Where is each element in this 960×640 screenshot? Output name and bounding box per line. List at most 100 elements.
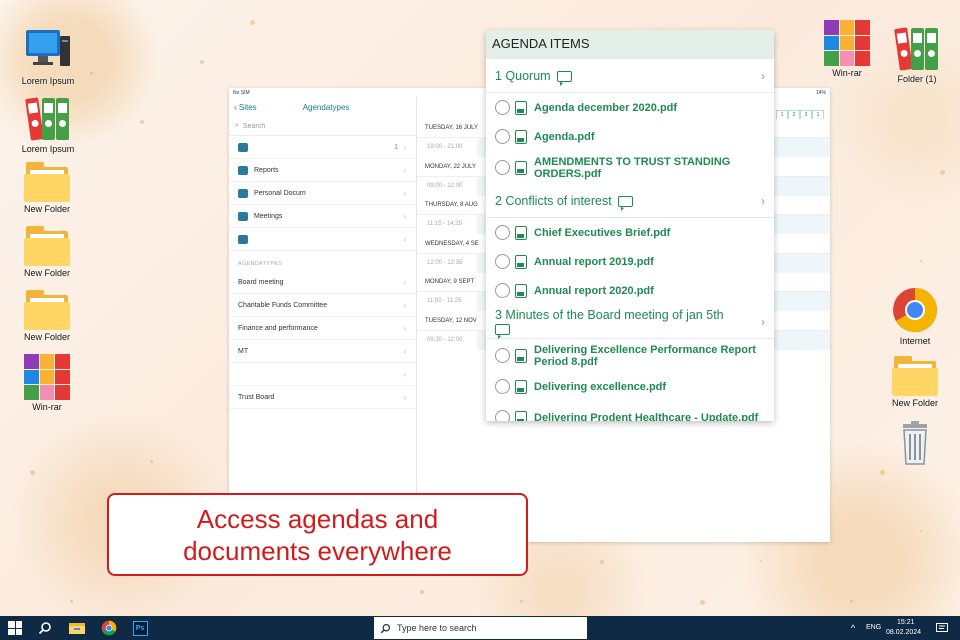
select-radio-button[interactable] bbox=[495, 410, 510, 421]
site-list-item[interactable]: Meetings › bbox=[229, 205, 416, 228]
desktop-icon-internet[interactable]: Internet bbox=[879, 286, 951, 346]
document-name: Annual report 2019.pdf bbox=[534, 255, 654, 268]
start-button[interactable] bbox=[0, 616, 30, 640]
agenda-document-row[interactable]: Annual report 2020.pdf bbox=[486, 276, 774, 305]
select-radio-button[interactable] bbox=[495, 225, 510, 240]
taskbar-chrome[interactable] bbox=[96, 616, 122, 640]
select-radio-button[interactable] bbox=[495, 129, 510, 144]
chevron-right-icon: › bbox=[403, 392, 406, 402]
agendatype-item[interactable]: Finance and performance › bbox=[229, 317, 416, 340]
tray-time[interactable]: 15:21 bbox=[897, 619, 915, 626]
chevron-right-icon: › bbox=[403, 211, 406, 221]
wallpaper-speck bbox=[70, 600, 73, 603]
desktop-icon-folder-right[interactable]: New Folder bbox=[879, 352, 951, 408]
document-name: Delivering Excellence Performance Report… bbox=[534, 343, 756, 368]
site-list-item[interactable]: › bbox=[229, 228, 416, 251]
select-radio-button[interactable] bbox=[495, 348, 510, 363]
wallpaper-speck bbox=[30, 470, 35, 475]
desktop-icon-label: New Folder bbox=[23, 268, 70, 278]
comment-bubble-icon[interactable] bbox=[495, 323, 510, 339]
wallpaper-speck bbox=[250, 20, 255, 25]
document-name: Delivering excellence.pdf bbox=[534, 380, 667, 393]
agenda-document-row[interactable]: AMENDMENTS TO TRUST STANDING ORDERS.pdf bbox=[486, 151, 774, 184]
tray-date[interactable]: 08.02.2024 bbox=[886, 629, 921, 636]
comment-bubble-icon[interactable] bbox=[556, 70, 572, 86]
desktop-icon-label: New Folder bbox=[891, 398, 938, 408]
agendatype-item[interactable]: Trust Board › bbox=[229, 386, 416, 409]
select-radio-button[interactable] bbox=[495, 100, 510, 115]
wallpaper-speck bbox=[520, 600, 523, 603]
agenda-document-row[interactable]: Delivering excellence.pdf bbox=[486, 372, 774, 401]
chevron-right-icon: › bbox=[403, 300, 406, 310]
agenda-document-row[interactable]: Chief Executives Brief.pdf bbox=[486, 218, 774, 247]
desktop-icon-folder-1[interactable]: New Folder bbox=[11, 158, 83, 214]
site-item-icon bbox=[238, 234, 248, 244]
agendatype-item[interactable]: MT › bbox=[229, 340, 416, 363]
notifications-button[interactable] bbox=[934, 616, 950, 640]
agenda-document-row[interactable]: Delivering Excellence Performance Report… bbox=[486, 339, 774, 372]
battery-status: 14% bbox=[815, 90, 826, 96]
agendatype-item[interactable]: Charitable Funds Committee › bbox=[229, 294, 416, 317]
agenda-section-title: 1 Quorum bbox=[495, 68, 551, 83]
wallpaper-speck bbox=[880, 470, 885, 475]
back-button[interactable]: ‹ Sites bbox=[234, 103, 257, 112]
desktop-icon-folder-3[interactable]: New Folder bbox=[11, 286, 83, 342]
select-radio-button[interactable] bbox=[495, 379, 510, 394]
pdf-file-icon bbox=[515, 283, 527, 298]
agenda-section-header[interactable]: 2 Conflicts of interest › bbox=[486, 184, 774, 218]
pdf-file-icon bbox=[515, 160, 527, 175]
document-name: Agenda.pdf bbox=[534, 130, 595, 143]
pdf-file-icon bbox=[515, 254, 527, 269]
search-input[interactable]: ⌕ Search bbox=[229, 117, 416, 136]
taskbar-photoshop[interactable]: Ps bbox=[128, 616, 152, 640]
select-radio-button[interactable] bbox=[495, 254, 510, 269]
site-list-item[interactable]: Reports › bbox=[229, 159, 416, 182]
site-item-label: Reports bbox=[254, 166, 279, 174]
desktop-icon-label: Folder (1) bbox=[897, 74, 937, 84]
binders-icon bbox=[893, 24, 941, 72]
pdf-file-icon bbox=[515, 129, 527, 144]
desktop-icon-winrar[interactable]: Win-rar bbox=[11, 354, 83, 412]
desktop-icon-folder-2[interactable]: New Folder bbox=[11, 222, 83, 278]
taskbar-search-input[interactable]: Type here to search bbox=[374, 617, 587, 639]
tray-overflow-chevron-up-icon[interactable]: ^ bbox=[846, 616, 860, 640]
taskbar-file-explorer[interactable] bbox=[64, 616, 90, 640]
desktop-icon-folder-binders[interactable]: Folder (1) bbox=[881, 24, 953, 84]
chrome-icon bbox=[891, 286, 939, 334]
agenda-document-row[interactable]: Annual report 2019.pdf bbox=[486, 247, 774, 276]
site-item-label: Personal Docum bbox=[254, 189, 306, 197]
agenda-list: 1 Quorum › Agenda december 2020.pdf Agenda.… bbox=[486, 59, 774, 421]
desktop-icon-label: New Folder bbox=[23, 204, 70, 214]
desktop-icon-winrar-right[interactable]: Win-rar bbox=[811, 20, 883, 78]
agendatype-item[interactable]: Board meeting › bbox=[229, 271, 416, 294]
tray-language[interactable]: ENG bbox=[866, 624, 881, 631]
winrar-icon bbox=[24, 354, 70, 400]
agendatype-item[interactable]: › bbox=[229, 363, 416, 386]
section-label: AGENDATYPES bbox=[238, 261, 283, 267]
agenda-document-row[interactable]: Agenda.pdf bbox=[486, 122, 774, 151]
site-list-item[interactable]: 1 › bbox=[229, 136, 416, 159]
select-radio-button[interactable] bbox=[495, 160, 510, 175]
wallpaper-speck bbox=[420, 590, 424, 594]
agenda-document-row[interactable]: Delivering Prodent Healthcare - Update.p… bbox=[486, 401, 774, 421]
wallpaper-speck bbox=[700, 600, 705, 605]
desktop-icon-label: Win-rar bbox=[832, 68, 862, 78]
taskbar-search-button[interactable] bbox=[32, 616, 58, 640]
comment-bubble-icon[interactable] bbox=[617, 195, 633, 211]
agenda-section-header[interactable]: 1 Quorum › bbox=[486, 59, 774, 93]
chevron-right-icon: › bbox=[761, 193, 765, 208]
agenda-section-header[interactable]: 3 Minutes of the Board meeting of jan 5t… bbox=[486, 305, 774, 339]
binders-icon bbox=[24, 94, 72, 142]
notification-icon bbox=[936, 622, 948, 632]
document-name: Chief Executives Brief.pdf bbox=[534, 226, 671, 239]
document-name: Annual report 2020.pdf bbox=[534, 284, 654, 297]
desktop-icon-recycle-bin[interactable] bbox=[879, 418, 951, 468]
agenda-document-row[interactable]: Agenda december 2020.pdf bbox=[486, 93, 774, 122]
site-list-item[interactable]: Personal Docum › bbox=[229, 182, 416, 205]
agendatype-label: Charitable Funds Committee bbox=[238, 301, 328, 309]
desktop-icon-computer[interactable]: Lorem Ipsum bbox=[12, 26, 84, 86]
desktop-icon-binders[interactable]: Lorem Ipsum bbox=[12, 94, 84, 154]
select-radio-button[interactable] bbox=[495, 283, 510, 298]
chevron-right-icon: › bbox=[761, 68, 765, 83]
calendar-event-time: 11:00 - 11:25 bbox=[427, 298, 462, 304]
